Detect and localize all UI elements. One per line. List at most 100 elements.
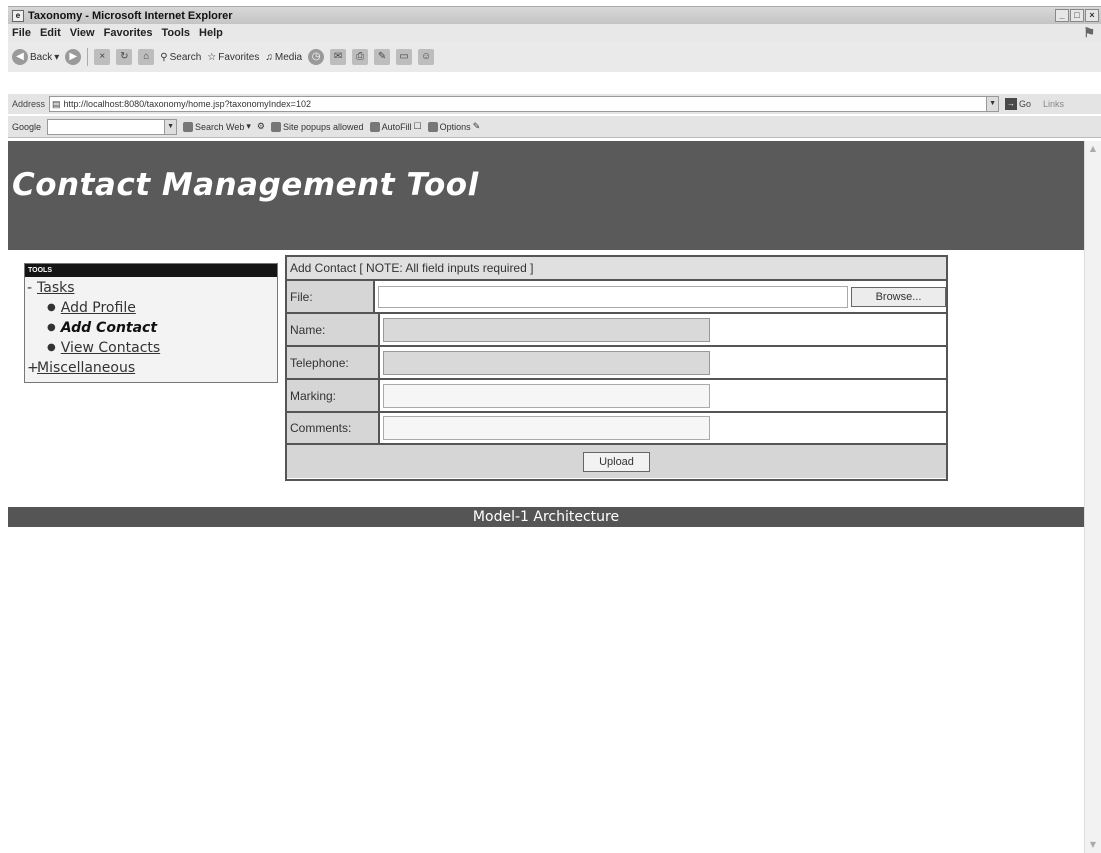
popups-label: Site popups allowed (283, 121, 364, 132)
bullet-icon: ● (47, 302, 56, 313)
form-actions: Upload (287, 445, 946, 478)
mail-icon[interactable]: ✉ (330, 49, 347, 65)
address-dropdown-icon[interactable]: ▼ (986, 97, 999, 111)
window-controls: _ □ × (1055, 9, 1101, 22)
back-arrow-icon: ◀ (12, 49, 28, 65)
footer-bar: Model-1 Architecture (8, 507, 1084, 527)
address-label: Address (12, 99, 46, 109)
tree-item-add-contact: ● Add Contact (27, 318, 277, 338)
edit-icon[interactable]: ✎ (374, 49, 391, 65)
add-contact-form: Add Contact [ NOTE: All field inputs req… (285, 255, 948, 481)
menu-help[interactable]: Help (199, 27, 223, 39)
marking-input[interactable] (383, 383, 710, 408)
media-icon: ♫ (265, 51, 273, 63)
comments-row: Comments: (287, 413, 946, 445)
file-path-input[interactable] (378, 285, 848, 308)
options-icon (427, 121, 438, 132)
menu-edit[interactable]: Edit (40, 27, 61, 39)
miscellaneous-link[interactable]: Miscellaneous (37, 358, 135, 378)
discuss-icon[interactable]: ▭ (396, 49, 413, 65)
scroll-down-icon[interactable]: ▼ (1088, 840, 1098, 850)
print-icon[interactable]: ⎙ (352, 49, 369, 65)
search-button[interactable]: ⚲ Search (160, 52, 201, 63)
name-input[interactable] (383, 317, 710, 342)
forward-button[interactable]: ▶ (65, 49, 82, 65)
back-button[interactable]: ◀ Back ▾ (12, 49, 59, 65)
stop-icon[interactable]: × (94, 49, 111, 65)
menu-favorites[interactable]: Favorites (104, 27, 153, 39)
search-label: Search (169, 51, 202, 63)
add-profile-link[interactable]: Add Profile (61, 298, 136, 318)
close-icon[interactable]: × (1085, 9, 1099, 22)
tools-tree: - Tasks ● Add Profile ● Add Contact ● Vi… (25, 277, 277, 378)
menu-file[interactable]: File (12, 27, 31, 39)
search-web-button[interactable]: Search Web ▾ (183, 121, 251, 132)
add-contact-current: Add Contact (60, 320, 158, 336)
back-dropdown-icon[interactable]: ▾ (54, 52, 59, 63)
home-icon[interactable]: ⌂ (138, 49, 155, 65)
windows-flag-icon: ⚑ (1083, 25, 1095, 40)
address-url: http://localhost:8080/taxonomy/home.jsp?… (63, 99, 311, 109)
tree-node-miscellaneous: + Miscellaneous (27, 358, 277, 378)
autofill-label: AutoFill (381, 121, 412, 132)
search-web-dropdown-icon: ▾ (246, 121, 251, 131)
popup-icon (271, 121, 281, 132)
page-rank-button[interactable]: ⚙ (257, 121, 265, 132)
forward-arrow-icon: ▶ (65, 49, 82, 65)
links-button[interactable]: Links (1043, 99, 1064, 109)
marking-label: Marking: (287, 380, 380, 411)
minimize-icon[interactable]: _ (1055, 9, 1069, 22)
menu-view[interactable]: View (70, 27, 95, 39)
google-logo[interactable]: Google (12, 122, 41, 132)
media-label: Media (274, 51, 303, 63)
file-label: File: (287, 281, 375, 312)
go-button[interactable]: → Go (1005, 98, 1031, 110)
favorites-button[interactable]: ☆ Favorites (207, 52, 259, 63)
tree-item-add-profile: ● Add Profile (27, 298, 277, 318)
menu-tools[interactable]: Tools (162, 27, 191, 39)
window-titlebar: e Taxonomy - Microsoft Internet Explorer… (8, 6, 1101, 24)
autofill-button[interactable]: AutoFill ☐ (369, 121, 422, 132)
scroll-up-icon[interactable]: ▲ (1088, 144, 1098, 154)
tools-header: TOOLS (25, 264, 277, 277)
telephone-input[interactable] (383, 350, 710, 375)
address-input[interactable]: ▤ http://localhost:8080/taxonomy/home.js… (49, 96, 1000, 112)
address-bar: Address ▤ http://localhost:8080/taxonomy… (8, 94, 1101, 114)
view-contacts-link[interactable]: View Contacts (61, 338, 160, 358)
page-title: Contact Management Tool (12, 167, 479, 203)
ie-icon: e (12, 9, 24, 22)
page-banner: Contact Management Tool (8, 141, 1084, 250)
comments-input[interactable] (383, 416, 710, 440)
upload-button[interactable]: Upload (583, 451, 650, 472)
options-button[interactable]: Options ✎ (427, 121, 480, 132)
page-content: Contact Management Tool TOOLS - Tasks ● … (8, 141, 1084, 853)
media-button[interactable]: ♫ Media (265, 52, 302, 63)
name-cell (380, 314, 946, 345)
search-icon: ⚲ (160, 51, 168, 63)
go-label: Go (1019, 99, 1032, 109)
tasks-collapse-toggle[interactable]: - (27, 278, 37, 298)
browse-button[interactable]: Browse... (851, 286, 946, 307)
maximize-icon[interactable]: □ (1070, 9, 1084, 22)
marking-row: Marking: (287, 380, 946, 413)
misc-expand-toggle[interactable]: + (27, 358, 39, 378)
messenger-icon[interactable]: ☺ (418, 49, 435, 65)
page-rank-icon: ⚙ (256, 121, 265, 131)
options-label: Options (439, 121, 471, 132)
google-dropdown-icon[interactable]: ▼ (164, 119, 177, 134)
popups-button[interactable]: Site popups allowed (271, 121, 364, 132)
window-title: Taxonomy - Microsoft Internet Explorer (28, 9, 233, 22)
file-row: File: Browse... (287, 281, 946, 314)
search-web-icon (183, 121, 194, 132)
tasks-link[interactable]: Tasks (37, 278, 75, 298)
google-search-input[interactable]: ▼ (47, 118, 178, 135)
bullet-icon: ● (47, 322, 56, 333)
tree-node-tasks: - Tasks (27, 278, 277, 298)
telephone-row: Telephone: (287, 347, 946, 380)
autofill-box-icon: ☐ (413, 121, 422, 131)
search-web-label: Search Web (195, 121, 245, 132)
vertical-scrollbar[interactable]: ▲ ▼ (1084, 141, 1101, 853)
history-icon[interactable]: ◷ (308, 49, 325, 65)
refresh-icon[interactable]: ↻ (116, 49, 133, 65)
tree-item-view-contacts: ● View Contacts (27, 338, 277, 358)
